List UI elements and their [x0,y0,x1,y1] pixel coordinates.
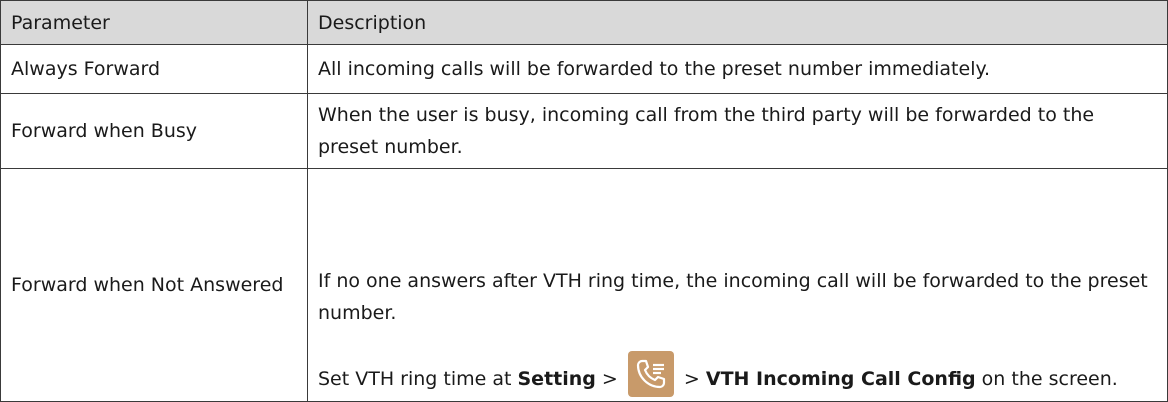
setting-label: Setting [517,368,596,390]
separator: > [677,368,706,390]
phone-settings-icon [627,351,674,397]
description-instruction: Set VTH ring time at Setting > > VTH Inc… [318,351,1157,397]
description-paragraph: If no one answers after VTH ring time, t… [318,270,1148,324]
table-row: Forward when Not Answered If no one answ… [1,168,1167,401]
parameter-cell: Forward when Busy [1,94,308,168]
instruction-text: Set VTH ring time at [318,368,518,390]
table-header: Parameter Description [1,1,1167,44]
table-row: Forward when Busy When the user is busy,… [1,93,1167,168]
table-row: Always Forward All incoming calls will b… [1,44,1167,93]
parameter-cell: Forward when Not Answered [1,169,308,401]
parameter-cell: Always Forward [1,45,308,93]
header-parameter: Parameter [1,1,308,44]
separator: > [595,368,624,390]
parameter-table: Parameter Description Always Forward All… [0,0,1168,402]
description-cell: All incoming calls will be forwarded to … [318,58,991,80]
instruction-text: on the screen. [975,368,1118,390]
description-cell: When the user is busy, incoming call fro… [318,104,1095,158]
header-description: Description [318,11,427,34]
config-label: VTH Incoming Call Config [705,368,976,390]
description-cell: If no one answers after VTH ring time, t… [308,169,1167,401]
